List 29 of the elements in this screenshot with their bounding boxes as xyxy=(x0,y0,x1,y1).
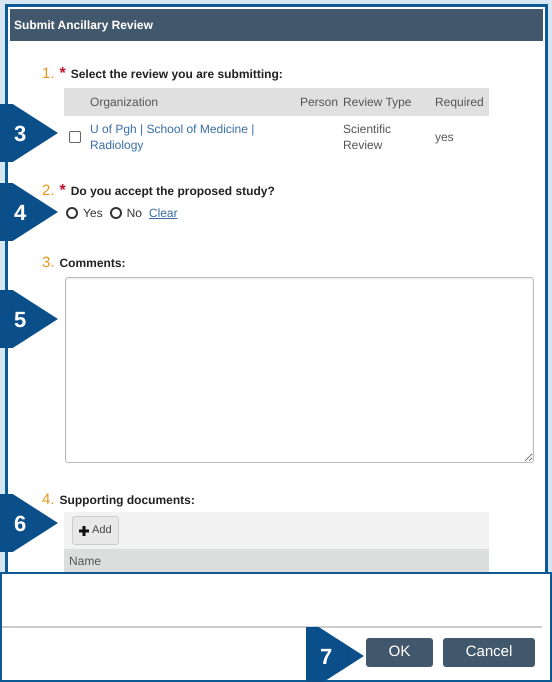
required-cell-text: yes xyxy=(435,128,455,146)
review-type-cell-text: Scientific Review xyxy=(343,120,392,152)
question-number: 3. xyxy=(42,253,55,273)
clear-link[interactable]: Clear xyxy=(148,204,178,222)
question-number: 2. xyxy=(42,180,55,200)
organization-link[interactable]: U of Pgh | School of Medicine | Radiology xyxy=(90,120,343,152)
row-checkbox[interactable] xyxy=(69,130,81,142)
dialog-title: Submit Ancillary Review xyxy=(14,17,153,34)
question-label: Select the review you are submitting: xyxy=(70,66,283,83)
cancel-button[interactable]: Cancel xyxy=(443,638,535,667)
radio-button[interactable] xyxy=(110,207,122,219)
column-header: Review Type xyxy=(343,94,412,110)
question-label: Supporting documents: xyxy=(60,492,195,508)
column-header: Name xyxy=(69,554,102,569)
add-button[interactable]: Add xyxy=(72,516,119,545)
ok-button[interactable]: OK xyxy=(366,638,433,667)
column-header: Organization xyxy=(90,94,160,110)
radio-label: No xyxy=(126,205,142,222)
radio-button[interactable] xyxy=(66,207,78,219)
question-label: Do you accept the proposed study? xyxy=(70,182,275,200)
plus-icon xyxy=(79,526,89,536)
question-label: Comments: xyxy=(60,255,126,272)
required-marker: * xyxy=(60,182,66,198)
column-header: Person xyxy=(300,94,340,110)
column-header: Required xyxy=(435,94,485,110)
question-number: 1. xyxy=(42,64,55,84)
comments-field[interactable] xyxy=(65,276,534,462)
radio-label: Yes xyxy=(83,205,103,222)
required-marker: * xyxy=(60,66,66,82)
